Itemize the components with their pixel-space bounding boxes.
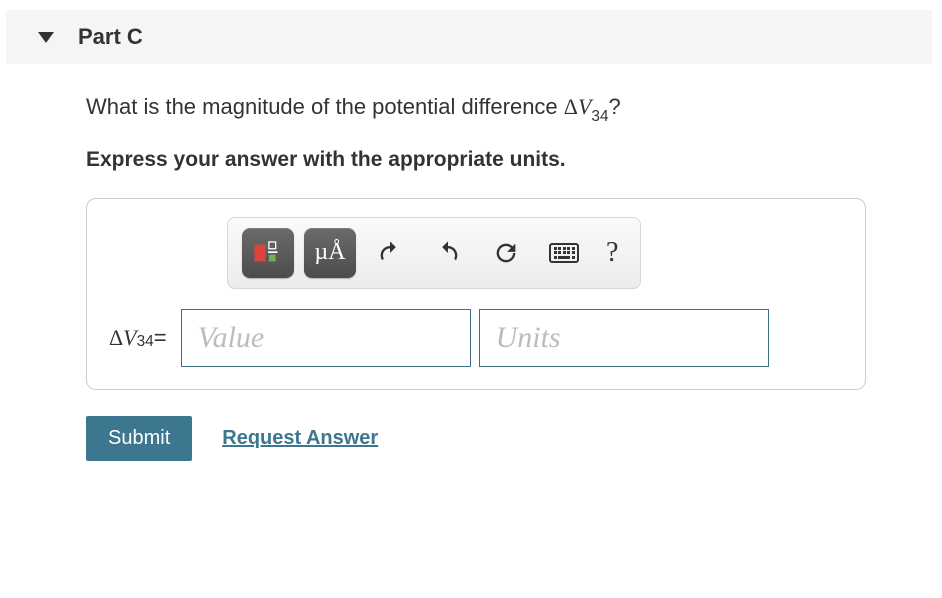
equation-toolbar: µÅ	[227, 217, 641, 289]
question-prefix: What is the magnitude of the potential d…	[86, 94, 564, 119]
v-subscript: 34	[591, 108, 608, 125]
delta-symbol: Δ	[564, 94, 578, 119]
submit-button[interactable]: Submit	[86, 416, 192, 461]
collapse-triangle-icon	[38, 32, 54, 43]
keyboard-button[interactable]	[540, 229, 588, 277]
value-input[interactable]	[181, 309, 471, 367]
reset-icon	[492, 239, 520, 267]
label-subscript: 34	[137, 333, 154, 351]
units-input[interactable]	[479, 309, 769, 367]
question-text: What is the magnitude of the potential d…	[86, 92, 866, 126]
input-row: ΔV34 =	[109, 309, 843, 367]
part-title: Part C	[78, 24, 143, 50]
v-symbol: V	[578, 94, 591, 119]
label-delta: Δ	[109, 325, 123, 351]
undo-icon	[376, 239, 404, 267]
label-v: V	[123, 325, 136, 351]
fraction-template-icon	[251, 239, 285, 267]
question-suffix: ?	[609, 94, 621, 119]
variable-label: ΔV34 =	[109, 325, 173, 351]
reset-button[interactable]	[482, 229, 530, 277]
part-header[interactable]: Part C	[6, 10, 932, 64]
mu-angstrom-label: µÅ	[314, 239, 345, 266]
undo-button[interactable]	[366, 229, 414, 277]
redo-button[interactable]	[424, 229, 472, 277]
redo-icon	[434, 239, 462, 267]
instruction-text: Express your answer with the appropriate…	[86, 148, 866, 172]
actions-row: Submit Request Answer	[86, 416, 866, 461]
answer-box: µÅ	[86, 198, 866, 390]
label-equals: =	[154, 325, 167, 351]
units-symbol-button[interactable]: µÅ	[304, 228, 356, 278]
template-fraction-button[interactable]	[242, 228, 294, 278]
request-answer-link[interactable]: Request Answer	[222, 427, 378, 450]
content-area: What is the magnitude of the potential d…	[6, 92, 866, 461]
keyboard-icon	[549, 243, 579, 263]
help-button[interactable]: ?	[598, 237, 626, 269]
